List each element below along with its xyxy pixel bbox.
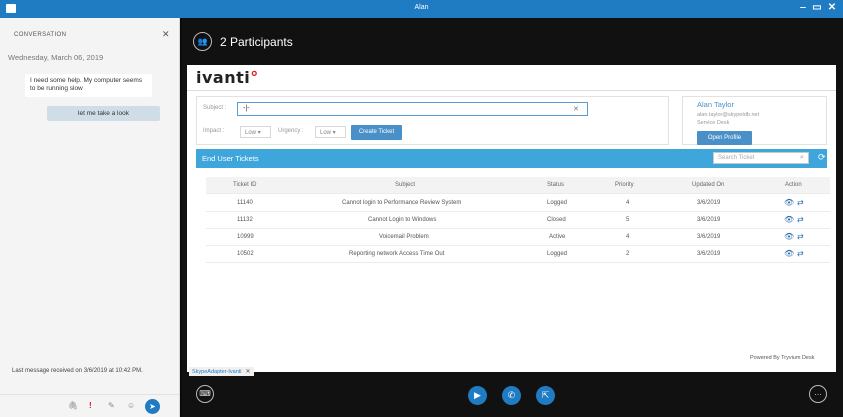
profile-name: Alan Taylor xyxy=(697,100,734,109)
powered-by: Powered By Tryvium Desk xyxy=(750,355,815,361)
important-icon[interactable]: ! xyxy=(89,401,92,410)
conversation-label: CONVERSATION xyxy=(14,32,67,38)
transfer-icon[interactable]: ⇄ xyxy=(797,249,804,258)
cell-status: Closed xyxy=(547,217,566,223)
cell-subject: Reporting network Access Time Out xyxy=(349,251,445,257)
view-eye-icon[interactable]: 👁 xyxy=(784,249,794,258)
cell-priority: 4 xyxy=(626,234,630,240)
maximize-button[interactable]: ▭ xyxy=(811,2,823,13)
adapter-tab[interactable]: SkypeAdapter-Ivanti ✕ xyxy=(189,367,254,376)
subject-input[interactable]: -|- xyxy=(237,102,588,116)
transfer-icon[interactable]: ⇄ xyxy=(797,232,804,241)
window-titlebar: Alan ‒ ▭ ✕ xyxy=(0,0,843,18)
transfer-icon[interactable]: ⇄ xyxy=(797,198,804,207)
send-button[interactable]: ➤ xyxy=(145,399,160,414)
refresh-icon[interactable]: ⟳ xyxy=(818,152,826,163)
ticket-form: Subject : -|- ✕ Impact : Low ▾ Urgency :… xyxy=(196,96,669,145)
conversation-date: Wednesday, March 06, 2019 xyxy=(8,53,104,62)
cell-updated: 3/6/2019 xyxy=(697,200,721,206)
search-ticket-input[interactable]: Search Ticket xyxy=(713,152,809,164)
cell-ticket-id: 11140 xyxy=(237,200,253,206)
table-header-row: Ticket ID Subject Status Priority Update… xyxy=(206,177,830,194)
cell-subject: Cannot Login to Windows xyxy=(368,217,437,223)
incoming-message: I need some help. My computer seems to b… xyxy=(25,74,152,97)
more-options-icon[interactable]: … xyxy=(809,385,827,403)
participants-icon[interactable]: 👥 xyxy=(193,32,212,51)
cell-priority: 5 xyxy=(626,217,630,223)
profile-team: Service Desk xyxy=(697,120,730,126)
ivanti-logo: ivanti° xyxy=(196,68,259,87)
impact-select[interactable]: Low ▾ xyxy=(240,126,271,138)
compose-bar: 🖇 ! ✎ ☺ ➤ xyxy=(0,394,179,417)
col-updated: Updated On xyxy=(692,182,725,188)
dialpad-icon[interactable]: ⌨ xyxy=(196,385,214,403)
participants-title: 2 Participants xyxy=(220,35,293,49)
transfer-icon[interactable]: ⇄ xyxy=(797,215,804,224)
profile-email: alan.taylor@skypetdb.net xyxy=(697,112,760,118)
close-window-button[interactable]: ✕ xyxy=(826,2,838,13)
tickets-header: End User Tickets Search Ticket ⌕ ⟳ xyxy=(196,149,827,168)
minimize-button[interactable]: ‒ xyxy=(797,2,809,13)
table-row[interactable]: 10999 Voicemail Problem Active 4 3/6/201… xyxy=(206,229,830,246)
table-row[interactable]: 11140 Cannot login to Performance Review… xyxy=(206,195,830,212)
attach-icon[interactable]: 🖇 xyxy=(68,401,78,410)
cell-status: Logged xyxy=(547,200,568,206)
outgoing-message: let me take a look xyxy=(47,106,160,121)
cell-ticket-id: 10502 xyxy=(237,251,254,257)
user-profile-card: Alan Taylor alan.taylor@skypetdb.net Ser… xyxy=(682,96,827,145)
create-ticket-button[interactable]: Create Ticket xyxy=(351,125,402,140)
search-icon[interactable]: ⌕ xyxy=(800,154,804,162)
cell-status: Active xyxy=(549,234,566,240)
adapter-tab-label: SkypeAdapter-Ivanti xyxy=(192,369,242,375)
view-eye-icon[interactable]: 👁 xyxy=(784,232,794,241)
view-eye-icon[interactable]: 👁 xyxy=(784,198,794,207)
open-profile-button[interactable]: Open Profile xyxy=(697,131,752,145)
col-ticket-id: Ticket ID xyxy=(233,182,257,188)
cell-priority: 4 xyxy=(626,200,630,206)
window-title: Alan xyxy=(414,4,429,11)
main-area: 👥 2 Participants ivanti° Subject : -|- ✕… xyxy=(182,18,843,417)
subject-label: Subject : xyxy=(203,105,227,111)
brand-bar: ivanti° xyxy=(187,65,836,91)
urgency-label: Urgency : xyxy=(278,128,304,134)
urgency-select[interactable]: Low ▾ xyxy=(315,126,346,138)
audio-call-button[interactable]: ✆ xyxy=(502,386,521,405)
table-row[interactable]: 11132 Cannot Login to Windows Closed 5 3… xyxy=(206,212,830,229)
col-action: Action xyxy=(785,182,802,188)
cell-priority: 2 xyxy=(626,251,630,257)
cell-ticket-id: 11132 xyxy=(237,217,253,223)
col-priority: Priority xyxy=(615,182,634,188)
close-tab-icon[interactable]: ✕ xyxy=(246,369,251,375)
share-screen-button[interactable]: ⇱ xyxy=(536,386,555,405)
view-eye-icon[interactable]: 👁 xyxy=(784,215,794,224)
cell-subject: Cannot login to Performance Review Syste… xyxy=(342,200,462,206)
cell-updated: 3/6/2019 xyxy=(697,234,721,240)
conversation-panel: CONVERSATION ✕ Wednesday, March 06, 2019… xyxy=(0,18,180,417)
emoji-icon[interactable]: ☺ xyxy=(127,401,135,410)
cell-status: Logged xyxy=(547,251,568,257)
cell-updated: 3/6/2019 xyxy=(697,217,721,223)
tickets-title: End User Tickets xyxy=(202,154,259,163)
cell-ticket-id: 10999 xyxy=(237,234,254,240)
impact-label: Impact : xyxy=(203,128,225,134)
last-message-status: Last message received on 3/6/2019 at 10:… xyxy=(12,368,143,374)
ivanti-frame: ivanti° Subject : -|- ✕ Impact : Low ▾ U… xyxy=(187,65,836,372)
cell-updated: 3/6/2019 xyxy=(697,251,721,257)
video-call-button[interactable]: ▶ xyxy=(468,386,487,405)
table-row[interactable]: 10502 Reporting network Access Time Out … xyxy=(206,246,830,263)
close-conversation-icon[interactable]: ✕ xyxy=(162,29,170,40)
cell-subject: Voicemail Problem xyxy=(379,234,429,240)
paperclip-icon[interactable]: ✎ xyxy=(108,401,115,410)
col-status: Status xyxy=(547,182,565,188)
clear-subject-icon[interactable]: ✕ xyxy=(573,105,579,113)
col-subject: Subject xyxy=(395,182,416,188)
